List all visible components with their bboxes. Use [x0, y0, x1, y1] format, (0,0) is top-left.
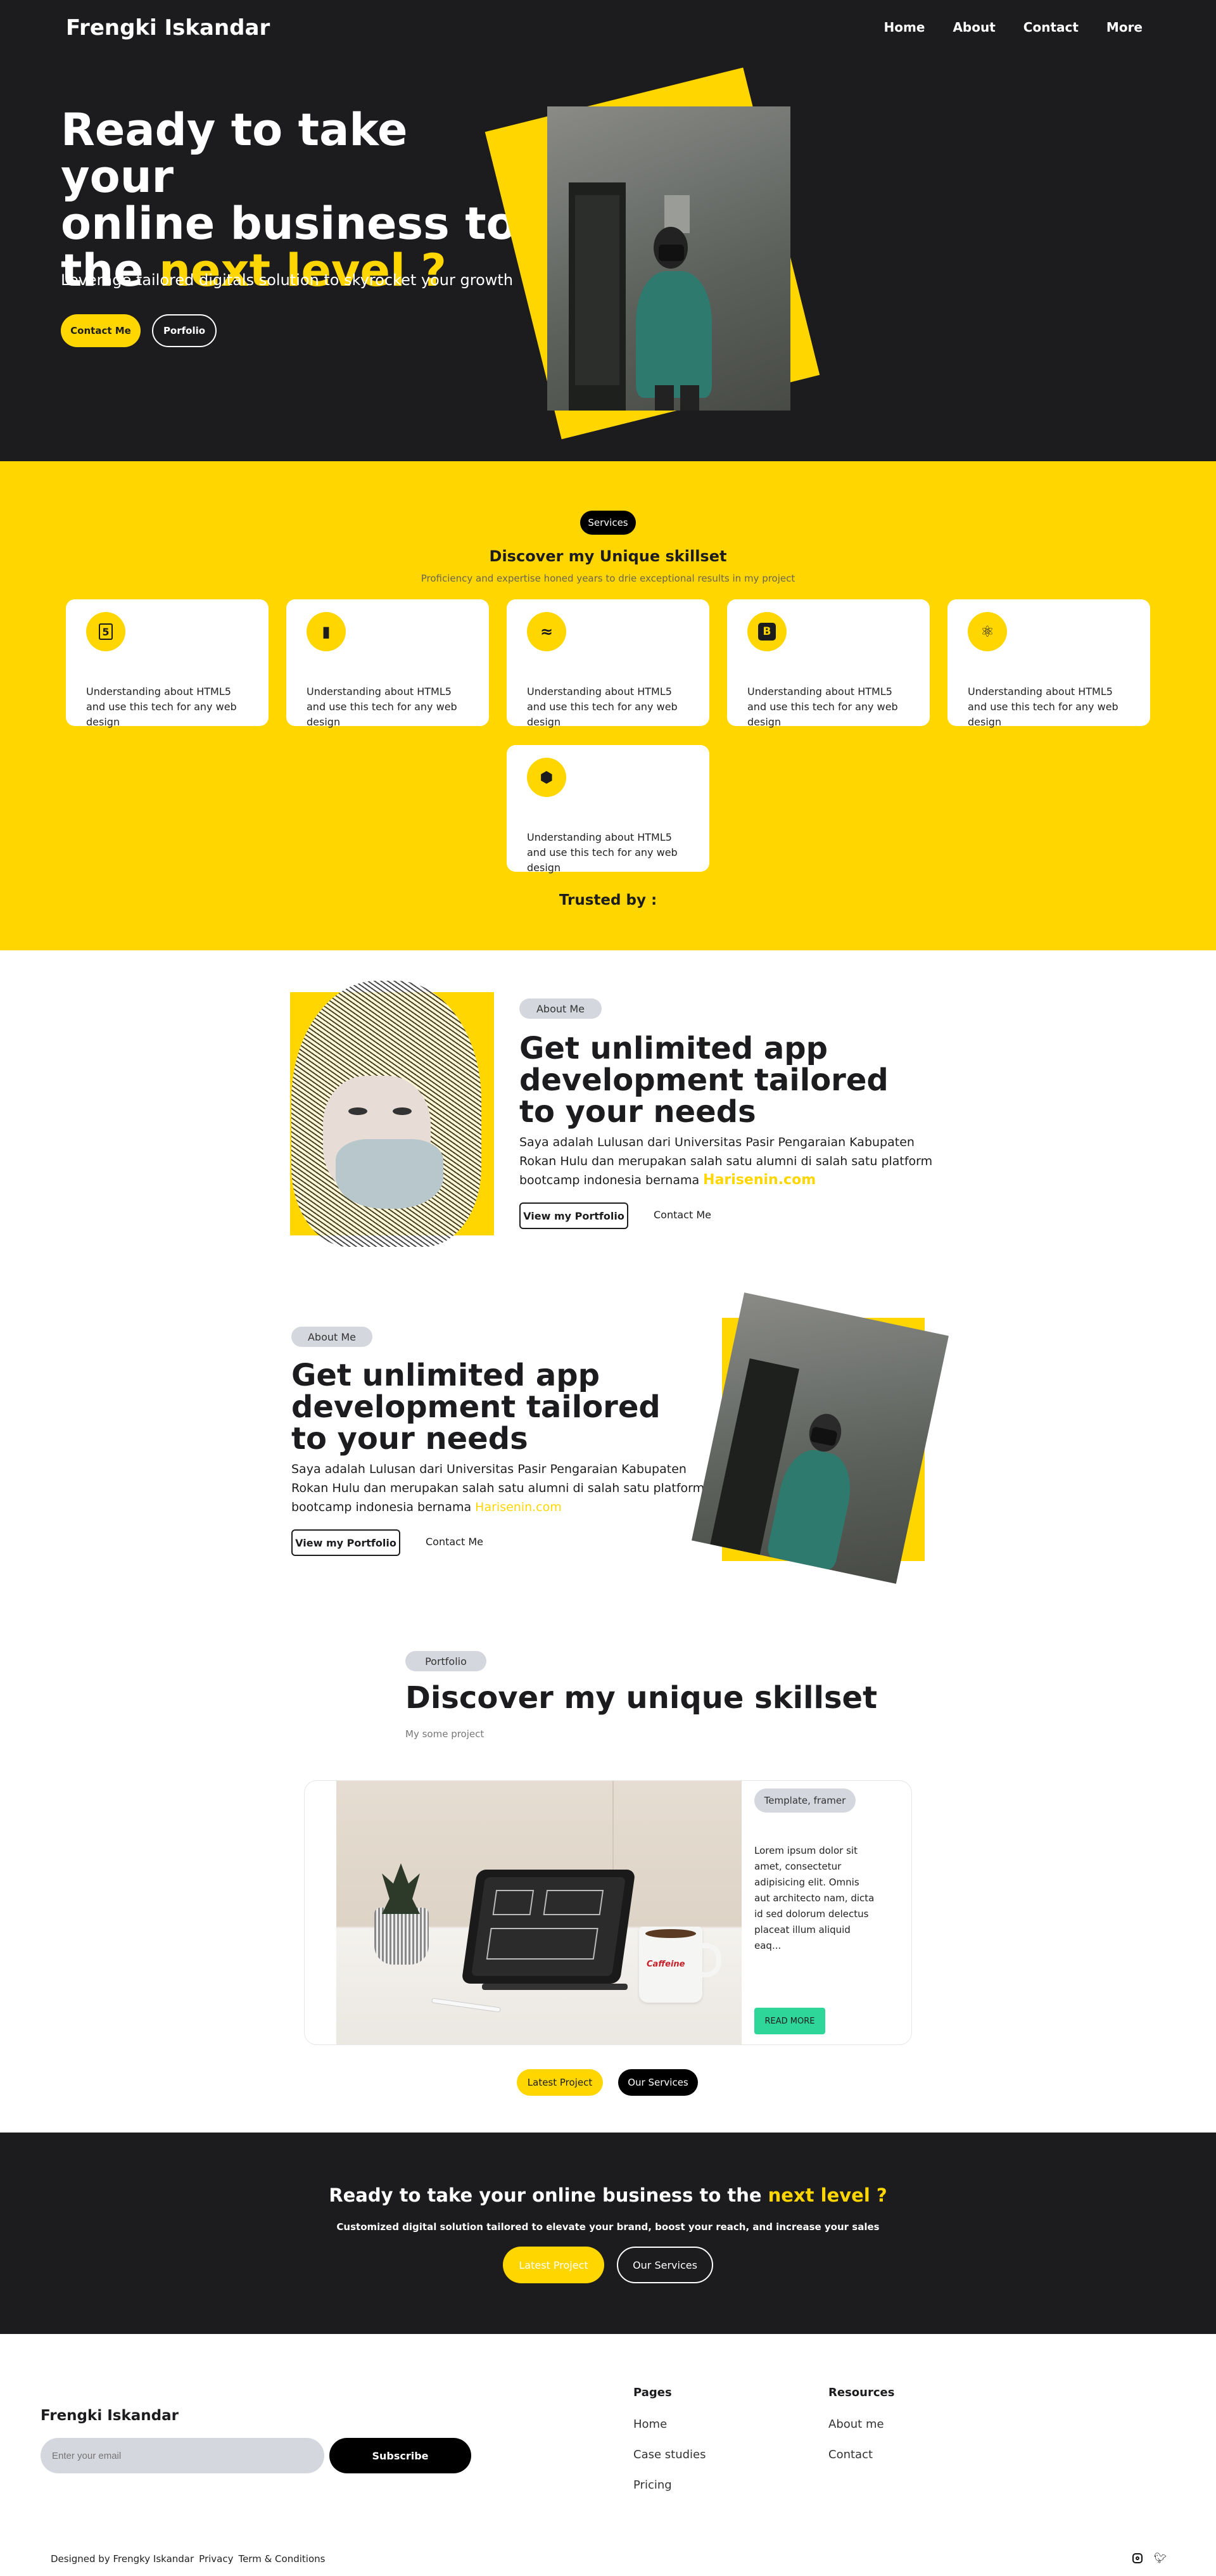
about1-badge: About Me [519, 998, 602, 1019]
harisenin-link[interactable]: Harisenin.com [475, 1500, 562, 1514]
nodejs-icon: ⬢ [527, 758, 566, 797]
hero-section: Frengki Iskandar Home About Contact More… [0, 0, 1216, 461]
footer-bottom-bar: Designed by Frengky Iskandar Privacy Ter… [51, 2553, 325, 2565]
service-card: 5 Understanding about HTML5 and use this… [66, 599, 269, 728]
about2-text: Saya adalah Lulusan dari Universitas Pas… [291, 1462, 705, 1514]
cta-latest-project-button[interactable]: Latest Project [503, 2247, 604, 2283]
project-description: Lorem ipsum dolor sit amet, consectetur … [754, 1845, 875, 1951]
portfolio-badge: Portfolio [405, 1651, 486, 1671]
services-title: Discover my Unique skillset [489, 547, 727, 565]
contact-me-link[interactable]: Contact Me [426, 1536, 483, 1548]
tailwind-icon: ≈ [527, 612, 566, 651]
read-more-button[interactable]: READ MORE [754, 2008, 825, 2034]
email-input[interactable] [41, 2438, 324, 2473]
nav-about[interactable]: About [953, 20, 995, 35]
bootstrap-icon: B [747, 612, 787, 651]
about2-badge: About Me [291, 1327, 372, 1347]
instagram-icon[interactable] [1132, 2553, 1143, 2563]
about2-title: Get unlimited app development tailored t… [291, 1358, 661, 1457]
service-card: ▮ Understanding about HTML5 and use this… [286, 599, 489, 728]
footer-link-case-studies[interactable]: Case studies [633, 2448, 706, 2461]
twitter-icon[interactable]: 🐦︎ [1154, 2552, 1167, 2564]
service-card: B Understanding about HTML5 and use this… [727, 599, 930, 728]
services-section: Services Discover my Unique skillset Pro… [0, 461, 1216, 950]
harisenin-link[interactable]: Harisenin.com [703, 1172, 816, 1188]
footer-brand: Frengki Iskandar [41, 2407, 179, 2424]
about1-text: Saya adalah Lulusan dari Universitas Pas… [519, 1135, 933, 1188]
nav-more[interactable]: More [1106, 20, 1143, 35]
footer-link-about-me[interactable]: About me [828, 2418, 884, 2431]
service-card: ⬢ Understanding about HTML5 and use this… [507, 745, 709, 874]
view-portfolio-button[interactable]: View my Portfolio [519, 1202, 628, 1229]
brand-logo[interactable]: Frengki Iskandar [66, 15, 270, 41]
html5-icon: 5 [86, 612, 125, 651]
nav-home[interactable]: Home [884, 20, 925, 35]
services-badge: Services [580, 511, 636, 535]
footer-link-pricing[interactable]: Pricing [633, 2478, 672, 2492]
subscribe-button[interactable]: Subscribe [329, 2438, 471, 2473]
our-services-button[interactable]: Our Services [618, 2069, 698, 2096]
cta-title: Ready to take your online business to th… [329, 2184, 887, 2206]
service-card: ⚛ Understanding about HTML5 and use this… [947, 599, 1150, 728]
portfolio-button[interactable]: Porfolio [152, 314, 217, 347]
project-card: Caffeine Template, framer Lorem ipsum do… [304, 1780, 912, 2045]
cta-section: Ready to take your online business to th… [0, 2133, 1216, 2334]
footer-link-home[interactable]: Home [633, 2418, 667, 2431]
react-icon: ⚛ [968, 612, 1007, 651]
terms-link[interactable]: Term & Conditions [238, 2553, 325, 2565]
cta-subtitle: Customized digital solution tailored to … [336, 2221, 880, 2233]
latest-project-button[interactable]: Latest Project [517, 2069, 603, 2096]
service-card-text: Understanding about HTML5 and use this t… [747, 685, 898, 728]
service-card-text: Understanding about HTML5 and use this t… [968, 685, 1118, 728]
contact-me-link[interactable]: Contact Me [654, 1209, 711, 1221]
about1-title: Get unlimited app development tailored t… [519, 1031, 889, 1130]
service-card-text: Understanding about HTML5 and use this t… [527, 685, 678, 728]
services-subtitle: Proficiency and expertise honed years to… [421, 573, 795, 584]
document-icon: ▮ [307, 612, 346, 651]
designed-by-text: Designed by Frengky Iskandar [51, 2553, 194, 2565]
hero-title-line2: online business to [61, 198, 517, 250]
service-card-text: Understanding about HTML5 and use this t… [307, 685, 457, 728]
portfolio-subtitle: My some project [405, 1728, 484, 1740]
contact-me-button[interactable]: Contact Me [61, 314, 141, 347]
main-nav: Home About Contact More [884, 20, 1143, 35]
service-card-text: Understanding about HTML5 and use this t… [527, 831, 678, 874]
project-image: Caffeine [336, 1781, 742, 2044]
privacy-link[interactable]: Privacy [199, 2553, 233, 2565]
service-card-text: Understanding about HTML5 and use this t… [86, 685, 237, 728]
resources-heading: Resources [828, 2386, 895, 2399]
portfolio-title: Discover my unique skillset [405, 1680, 878, 1716]
hero-title-line1: Ready to take your [61, 104, 408, 203]
cta-our-services-button[interactable]: Our Services [617, 2247, 713, 2283]
hero-subtitle: Leverage tailored digitals solution to s… [61, 271, 514, 289]
footer-link-contact[interactable]: Contact [828, 2448, 873, 2461]
about1-photo [279, 981, 494, 1253]
hero-title: Ready to take your online business to th… [61, 106, 517, 294]
pages-heading: Pages [633, 2386, 672, 2399]
project-tag: Template, framer [754, 1789, 856, 1813]
trusted-by-heading: Trusted by : [559, 892, 657, 909]
mug-text: Caffeine [647, 1960, 685, 1969]
view-portfolio-button[interactable]: View my Portfolio [291, 1529, 400, 1556]
hero-photo [547, 106, 790, 411]
nav-contact[interactable]: Contact [1023, 20, 1079, 35]
service-card: ≈ Understanding about HTML5 and use this… [507, 599, 709, 728]
